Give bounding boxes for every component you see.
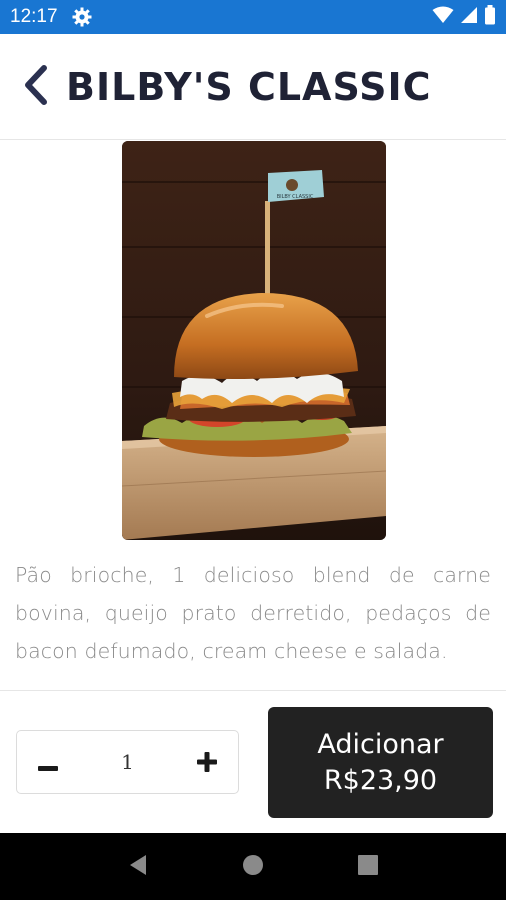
status-icons — [432, 5, 496, 29]
add-button-label: Adicionar — [317, 728, 444, 760]
recents-square-icon — [358, 854, 379, 879]
product-image: BILBY CLASSIC — [122, 141, 386, 540]
product-description: Pão brioche, 1 delicioso blend de carne … — [15, 563, 491, 663]
minus-icon — [38, 745, 58, 780]
quantity-value: 1 — [121, 750, 134, 774]
nav-recents-button[interactable] — [348, 847, 388, 887]
gear-icon — [72, 7, 92, 27]
navigation-bar — [0, 833, 506, 900]
plus-icon — [196, 745, 217, 780]
flag-label: BILBY CLASSIC — [277, 194, 314, 200]
add-to-cart-button[interactable]: Adicionar R$23,90 — [268, 707, 493, 818]
quantity-stepper: 1 — [16, 730, 239, 794]
back-triangle-icon — [128, 854, 148, 880]
decrease-quantity-button[interactable] — [17, 731, 79, 793]
home-circle-icon — [242, 854, 264, 880]
increase-quantity-button[interactable] — [176, 731, 238, 793]
header: BILBY'S CLASSIC — [0, 34, 506, 140]
nav-home-button[interactable] — [233, 847, 273, 887]
page-title: BILBY'S CLASSIC — [66, 64, 432, 109]
signal-icon — [460, 6, 478, 28]
divider — [0, 690, 506, 691]
add-button-price: R$23,90 — [323, 764, 438, 796]
wifi-icon — [432, 6, 454, 28]
battery-icon — [484, 5, 496, 29]
chevron-left-icon — [22, 64, 50, 109]
nav-back-button[interactable] — [118, 847, 158, 887]
back-button[interactable] — [22, 64, 54, 109]
status-time: 12:17 — [10, 6, 58, 27]
status-bar: 12:17 — [0, 0, 506, 34]
